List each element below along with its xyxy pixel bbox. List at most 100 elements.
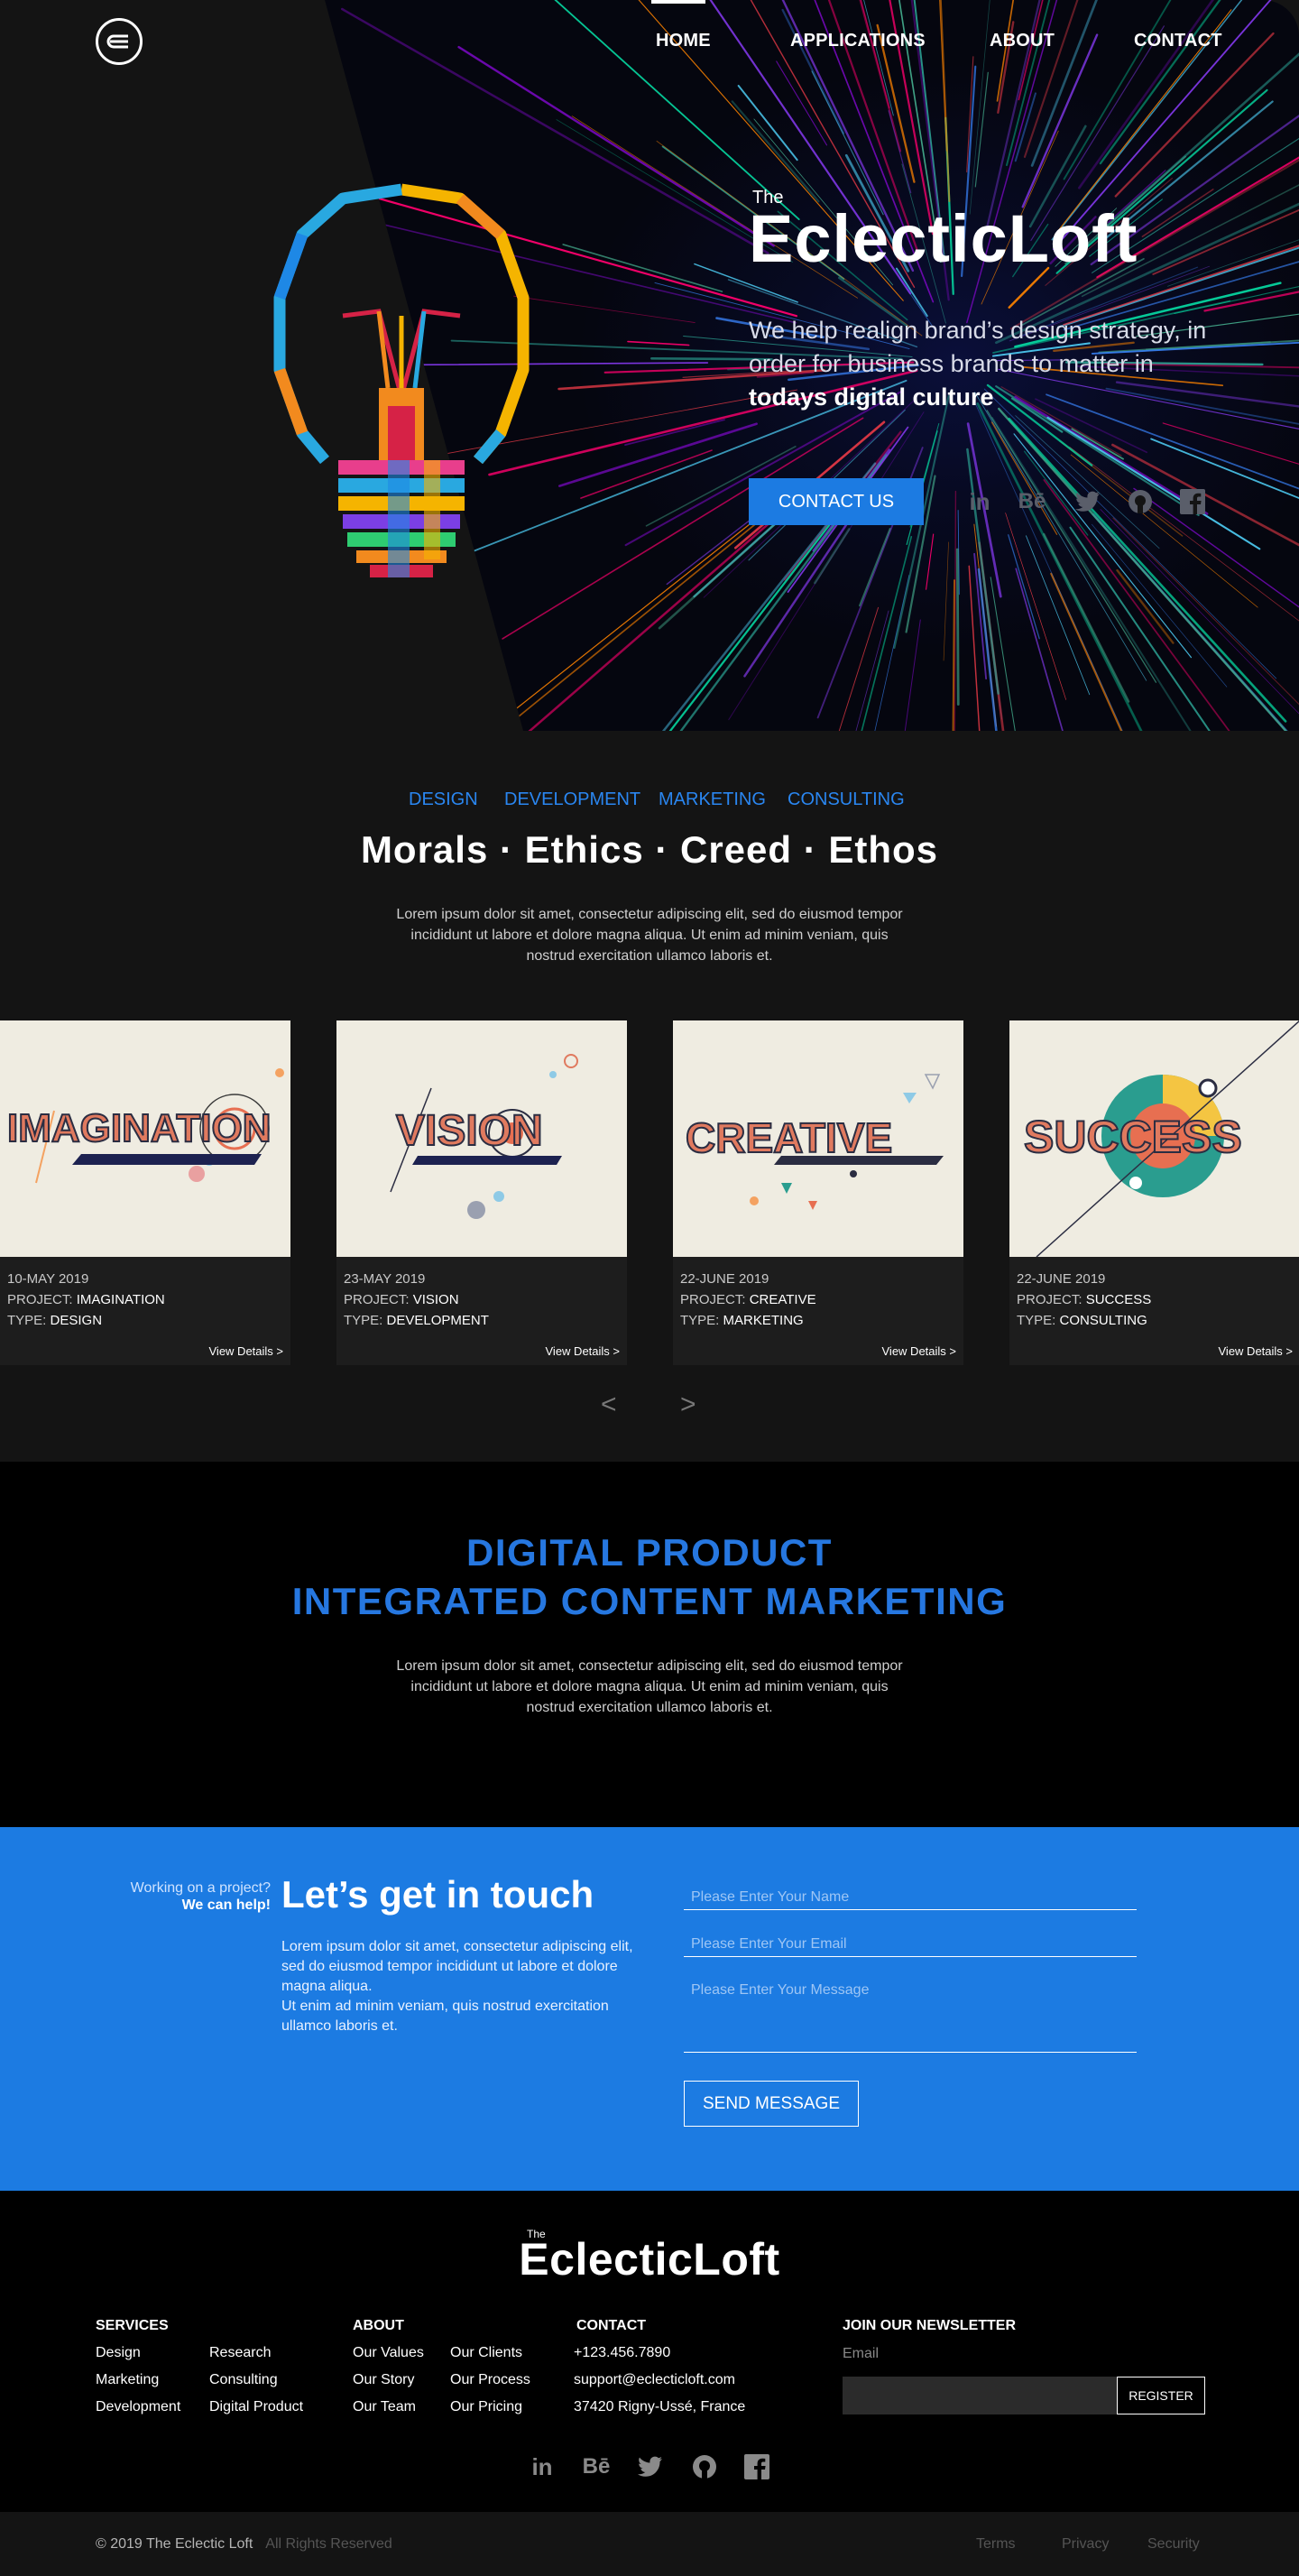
digital-body-line: Lorem ipsum dolor sit amet, consectetur …: [396, 1658, 903, 1674]
newsletter-email-input[interactable]: [843, 2377, 1117, 2414]
digital-product-section: [0, 1462, 1299, 1827]
behance-icon[interactable]: Bē: [581, 2451, 612, 2482]
footer-link-marketing[interactable]: Marketing: [96, 2372, 159, 2388]
nav-home[interactable]: HOME: [656, 31, 711, 51]
view-details-link[interactable]: View Details >: [209, 1344, 284, 1358]
twitter-icon[interactable]: [1073, 487, 1102, 516]
starburst-streak: [859, 528, 891, 607]
project-name: SUCCESS: [1085, 1292, 1152, 1307]
view-details-link[interactable]: View Details >: [546, 1344, 621, 1358]
linkedin-icon[interactable]: in: [965, 487, 994, 516]
email-field[interactable]: [684, 1932, 1137, 1957]
nav-about[interactable]: ABOUT: [990, 31, 1055, 51]
facebook-icon[interactable]: [742, 2451, 772, 2482]
footer-link-our-team[interactable]: Our Team: [353, 2399, 416, 2415]
nav-applications[interactable]: APPLICATIONS: [790, 31, 926, 51]
footer-link-design[interactable]: Design: [96, 2345, 141, 2361]
project-type-row: TYPE: DESIGN: [7, 1313, 102, 1328]
footer-link-our-pricing[interactable]: Our Pricing: [450, 2399, 522, 2415]
starburst-streak: [1174, 212, 1299, 315]
footer-link-research[interactable]: Research: [209, 2345, 271, 2361]
category-design[interactable]: DESIGN: [409, 789, 478, 810]
terms-link[interactable]: Terms: [976, 2536, 1016, 2553]
project-card-creative[interactable]: CREATIVE 22-JUNE 2019 PROJECT: CREATIVE …: [673, 1020, 963, 1365]
contact-prompt: Working on a project?: [130, 1880, 271, 1896]
security-link[interactable]: Security: [1147, 2536, 1200, 2553]
starburst-streak: [780, 606, 879, 731]
project-image: SUCCESS: [1009, 1020, 1299, 1257]
github-icon[interactable]: [689, 2451, 720, 2482]
starburst-streak: [1008, 534, 1040, 640]
linkedin-icon[interactable]: in: [527, 2451, 557, 2482]
project-type-row: TYPE: DEVELOPMENT: [344, 1313, 489, 1328]
content-marketing-title: INTEGRATED CONTENT MARKETING: [291, 1580, 1008, 1622]
starburst-streak: [1005, 512, 1066, 700]
view-details-link[interactable]: View Details >: [1219, 1344, 1294, 1358]
starburst-streak: [966, 448, 1000, 695]
footer-link-our-values[interactable]: Our Values: [353, 2345, 424, 2361]
starburst-streak: [952, 579, 955, 731]
nav-contact[interactable]: CONTACT: [1134, 31, 1222, 51]
footer-logo[interactable]: EclecticLoft: [0, 2233, 1299, 2285]
starburst-streak: [1116, 568, 1175, 644]
footer-link-our-clients[interactable]: Our Clients: [450, 2345, 522, 2361]
project-type: DESIGN: [50, 1313, 103, 1328]
project-label: PROJECT:: [344, 1292, 410, 1307]
facebook-icon[interactable]: [1178, 487, 1207, 516]
project-name-row: PROJECT: IMAGINATION: [7, 1292, 165, 1307]
category-consulting[interactable]: CONSULTING: [788, 789, 905, 810]
contact-us-button[interactable]: CONTACT US: [749, 478, 924, 525]
contact-body-1: Lorem ipsum dolor sit amet, consectetur …: [281, 1939, 633, 1994]
twitter-icon[interactable]: [635, 2451, 666, 2482]
copyright-text: © 2019 The Eclectic Loft: [96, 2536, 253, 2552]
starburst-streak: [926, 533, 935, 590]
carousel-next-button[interactable]: >: [680, 1390, 696, 1420]
contact-description: Lorem ipsum dolor sit amet, consectetur …: [281, 1937, 639, 2036]
project-word-art: CREATIVE: [686, 1114, 892, 1161]
footer-link-consulting[interactable]: Consulting: [209, 2372, 278, 2388]
project-type-row: TYPE: MARKETING: [680, 1313, 804, 1328]
project-name: VISION: [412, 1292, 459, 1307]
hero-section: HOME APPLICATIONS ABOUT CONTACT The Ecle…: [0, 0, 1299, 731]
project-card-success[interactable]: SUCCESS 22-JUNE 2019 PROJECT: SUCCESS TY…: [1009, 1020, 1299, 1365]
project-label: PROJECT:: [1017, 1292, 1082, 1307]
footer-services-heading: SERVICES: [96, 2318, 169, 2333]
footer-link-our-story[interactable]: Our Story: [353, 2372, 414, 2388]
type-label: TYPE:: [680, 1313, 720, 1328]
rights-text: All Rights Reserved: [265, 2536, 392, 2552]
footer-phone[interactable]: +123.456.7890: [574, 2345, 670, 2361]
contact-prompt-bold: We can help!: [181, 1897, 271, 1913]
behance-icon[interactable]: Bē: [1018, 487, 1046, 516]
message-field[interactable]: [684, 1979, 1137, 2053]
digital-body-line: nostrud exercitation ullamco laboris et.: [526, 1700, 773, 1715]
privacy-link[interactable]: Privacy: [1062, 2536, 1109, 2553]
hero-tagline-bold: todays digital culture: [749, 383, 994, 411]
github-icon[interactable]: [1126, 487, 1155, 516]
project-card-vision[interactable]: VISION 23-MAY 2019 PROJECT: VISION TYPE:…: [336, 1020, 627, 1365]
footer-link-development[interactable]: Development: [96, 2399, 180, 2415]
starburst-streak: [990, 417, 1220, 731]
project-date: 22-JUNE 2019: [680, 1271, 769, 1287]
hero-tagline: We help realign brand’s design strategy,…: [749, 314, 1236, 414]
category-marketing[interactable]: MARKETING: [659, 789, 766, 810]
name-field[interactable]: [684, 1885, 1137, 1910]
nav-active-indicator: [651, 0, 705, 4]
project-date: 22-JUNE 2019: [1017, 1271, 1106, 1287]
services-body-line: incididunt ut labore et dolore magna ali…: [410, 928, 889, 943]
view-details-link[interactable]: View Details >: [882, 1344, 957, 1358]
footer-link-digital-product[interactable]: Digital Product: [209, 2399, 303, 2415]
starburst-streak: [811, 70, 884, 216]
footer-about-heading: ABOUT: [353, 2318, 404, 2333]
starburst-streak: [885, 619, 921, 731]
carousel-prev-button[interactable]: <: [601, 1390, 617, 1420]
register-button[interactable]: REGISTER: [1117, 2377, 1205, 2414]
lightbulb-illustration: [273, 183, 530, 577]
send-message-button[interactable]: SEND MESSAGE: [684, 2081, 859, 2127]
digital-body-line: incididunt ut labore et dolore magna ali…: [410, 1679, 889, 1694]
footer-link-our-process[interactable]: Our Process: [450, 2372, 530, 2388]
category-development[interactable]: DEVELOPMENT: [504, 789, 640, 810]
footer-email[interactable]: support@eclecticloft.com: [574, 2372, 735, 2388]
project-card-imagination[interactable]: IMAGINATION 10-MAY 2019 PROJECT: IMAGINA…: [0, 1020, 290, 1365]
project-name-row: PROJECT: CREATIVE: [680, 1292, 816, 1307]
starburst-streak: [1013, 433, 1193, 659]
